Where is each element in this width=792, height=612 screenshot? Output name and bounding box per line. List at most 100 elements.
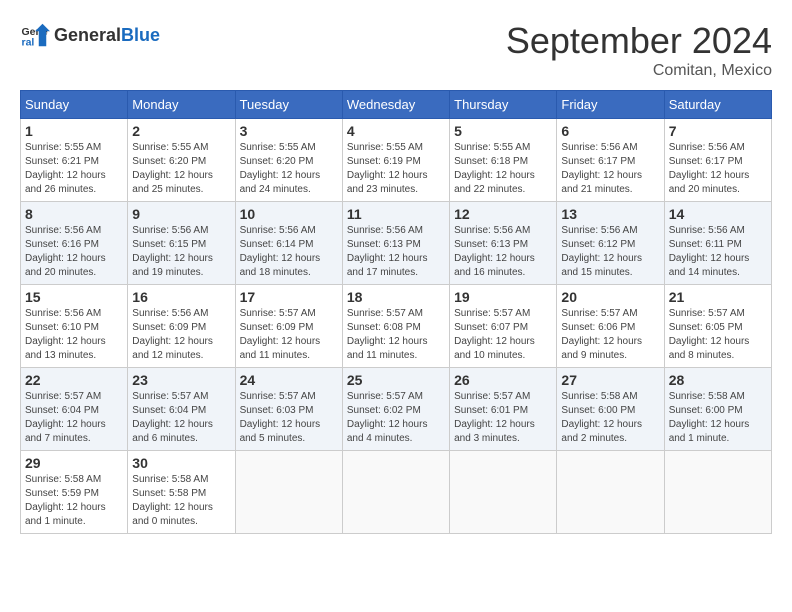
calendar-week-row: 8Sunrise: 5:56 AMSunset: 6:16 PMDaylight… [21, 202, 772, 285]
table-row: 27 Sunrise: 5:58 AMSunset: 6:00 PMDayligh… [557, 368, 664, 451]
day-info: Sunrise: 5:56 AMSunset: 6:13 PMDaylight:… [347, 225, 428, 278]
header-friday: Friday [557, 91, 664, 119]
day-number: 3 [240, 123, 338, 139]
day-number: 29 [25, 455, 123, 471]
day-number: 10 [240, 206, 338, 222]
calendar-table: Sunday Monday Tuesday Wednesday Thursday… [20, 90, 772, 534]
day-info: Sunrise: 5:58 AMSunset: 5:59 PMDaylight:… [25, 474, 106, 527]
day-info: Sunrise: 5:56 AMSunset: 6:11 PMDaylight:… [669, 225, 750, 278]
header-monday: Monday [128, 91, 235, 119]
table-row: 8Sunrise: 5:56 AMSunset: 6:16 PMDaylight… [21, 202, 128, 285]
day-info: Sunrise: 5:56 AMSunset: 6:10 PMDaylight:… [25, 308, 106, 361]
day-number: 24 [240, 372, 338, 388]
day-info: Sunrise: 5:57 AMSunset: 6:05 PMDaylight:… [669, 308, 750, 361]
day-number: 11 [347, 206, 445, 222]
header-thursday: Thursday [450, 91, 557, 119]
table-row: 28 Sunrise: 5:58 AMSunset: 6:00 PMDayligh… [664, 368, 771, 451]
calendar-week-row: 29 Sunrise: 5:58 AMSunset: 5:59 PMDayligh… [21, 451, 772, 534]
day-number: 25 [347, 372, 445, 388]
table-row: 23Sunrise: 5:57 AMSunset: 6:04 PMDayligh… [128, 368, 235, 451]
day-info: Sunrise: 5:56 AMSunset: 6:13 PMDaylight:… [454, 225, 535, 278]
day-info: Sunrise: 5:57 AMSunset: 6:01 PMDaylight:… [454, 391, 535, 444]
table-row [450, 451, 557, 534]
table-row: 12 Sunrise: 5:56 AMSunset: 6:13 PMDayligh… [450, 202, 557, 285]
day-number: 18 [347, 289, 445, 305]
table-row: 29 Sunrise: 5:58 AMSunset: 5:59 PMDayligh… [21, 451, 128, 534]
day-number: 21 [669, 289, 767, 305]
day-number: 28 [669, 372, 767, 388]
day-number: 17 [240, 289, 338, 305]
table-row: 15 Sunrise: 5:56 AMSunset: 6:10 PMDayligh… [21, 285, 128, 368]
day-info: Sunrise: 5:55 AMSunset: 6:18 PMDaylight:… [454, 142, 535, 195]
table-row: 2 Sunrise: 5:55 AMSunset: 6:20 PMDaylight… [128, 119, 235, 202]
table-row: 30Sunrise: 5:58 AMSunset: 5:58 PMDayligh… [128, 451, 235, 534]
day-number: 13 [561, 206, 659, 222]
page-header: Gene ral General Blue September 2024 Com… [20, 20, 772, 80]
logo-text: General Blue [54, 25, 160, 46]
day-number: 7 [669, 123, 767, 139]
calendar-week-row: 22 Sunrise: 5:57 AMSunset: 6:04 PMDayligh… [21, 368, 772, 451]
day-info: Sunrise: 5:57 AMSunset: 6:03 PMDaylight:… [240, 391, 321, 444]
day-number: 27 [561, 372, 659, 388]
day-info: Sunrise: 5:55 AMSunset: 6:21 PMDaylight:… [25, 142, 106, 195]
table-row: 13 Sunrise: 5:56 AMSunset: 6:12 PMDayligh… [557, 202, 664, 285]
table-row: 3 Sunrise: 5:55 AMSunset: 6:20 PMDaylight… [235, 119, 342, 202]
table-row: 19 Sunrise: 5:57 AMSunset: 6:07 PMDayligh… [450, 285, 557, 368]
day-number: 4 [347, 123, 445, 139]
table-row: 6 Sunrise: 5:56 AMSunset: 6:17 PMDaylight… [557, 119, 664, 202]
header-wednesday: Wednesday [342, 91, 449, 119]
logo-general: General [54, 25, 121, 46]
day-number: 26 [454, 372, 552, 388]
day-info: Sunrise: 5:57 AMSunset: 6:04 PMDaylight:… [25, 391, 106, 444]
logo: Gene ral General Blue [20, 20, 160, 50]
day-info: Sunrise: 5:58 AMSunset: 6:00 PMDaylight:… [561, 391, 642, 444]
location: Comitan, Mexico [506, 62, 772, 80]
day-info: Sunrise: 5:57 AMSunset: 6:02 PMDaylight:… [347, 391, 428, 444]
day-number: 30 [132, 455, 230, 471]
day-number: 20 [561, 289, 659, 305]
table-row [235, 451, 342, 534]
table-row: 21 Sunrise: 5:57 AMSunset: 6:05 PMDayligh… [664, 285, 771, 368]
day-number: 1 [25, 123, 123, 139]
day-info: Sunrise: 5:56 AMSunset: 6:17 PMDaylight:… [561, 142, 642, 195]
day-info: Sunrise: 5:57 AMSunset: 6:06 PMDaylight:… [561, 308, 642, 361]
day-number: 15 [25, 289, 123, 305]
day-info: Sunrise: 5:56 AMSunset: 6:12 PMDaylight:… [561, 225, 642, 278]
day-number: 22 [25, 372, 123, 388]
day-info: Sunrise: 5:56 AMSunset: 6:15 PMDaylight:… [132, 225, 213, 278]
day-info: Sunrise: 5:56 AMSunset: 6:14 PMDaylight:… [240, 225, 321, 278]
title-area: September 2024 Comitan, Mexico [506, 20, 772, 80]
day-info: Sunrise: 5:58 AMSunset: 6:00 PMDaylight:… [669, 391, 750, 444]
table-row: 14 Sunrise: 5:56 AMSunset: 6:11 PMDayligh… [664, 202, 771, 285]
day-info: Sunrise: 5:55 AMSunset: 6:20 PMDaylight:… [240, 142, 321, 195]
month-title: September 2024 [506, 20, 772, 62]
day-number: 12 [454, 206, 552, 222]
table-row: 22 Sunrise: 5:57 AMSunset: 6:04 PMDayligh… [21, 368, 128, 451]
day-number: 19 [454, 289, 552, 305]
day-info: Sunrise: 5:57 AMSunset: 6:07 PMDaylight:… [454, 308, 535, 361]
day-info: Sunrise: 5:56 AMSunset: 6:09 PMDaylight:… [132, 308, 213, 361]
day-number: 8 [25, 206, 123, 222]
day-number: 14 [669, 206, 767, 222]
calendar-week-row: 15 Sunrise: 5:56 AMSunset: 6:10 PMDayligh… [21, 285, 772, 368]
day-number: 5 [454, 123, 552, 139]
table-row [664, 451, 771, 534]
table-row: 20 Sunrise: 5:57 AMSunset: 6:06 PMDayligh… [557, 285, 664, 368]
table-row: 24 Sunrise: 5:57 AMSunset: 6:03 PMDayligh… [235, 368, 342, 451]
table-row [557, 451, 664, 534]
table-row: 4Sunrise: 5:55 AMSunset: 6:19 PMDaylight… [342, 119, 449, 202]
table-row: 18Sunrise: 5:57 AMSunset: 6:08 PMDayligh… [342, 285, 449, 368]
table-row: 17Sunrise: 5:57 AMSunset: 6:09 PMDayligh… [235, 285, 342, 368]
header-sunday: Sunday [21, 91, 128, 119]
day-info: Sunrise: 5:55 AMSunset: 6:20 PMDaylight:… [132, 142, 213, 195]
table-row: 10 Sunrise: 5:56 AMSunset: 6:14 PMDayligh… [235, 202, 342, 285]
table-row: 1 Sunrise: 5:55 AMSunset: 6:21 PMDaylight… [21, 119, 128, 202]
day-number: 2 [132, 123, 230, 139]
day-number: 6 [561, 123, 659, 139]
table-row: 9Sunrise: 5:56 AMSunset: 6:15 PMDaylight… [128, 202, 235, 285]
table-row: 11 Sunrise: 5:56 AMSunset: 6:13 PMDayligh… [342, 202, 449, 285]
logo-blue: Blue [121, 25, 160, 46]
calendar-week-row: 1 Sunrise: 5:55 AMSunset: 6:21 PMDaylight… [21, 119, 772, 202]
table-row [342, 451, 449, 534]
day-number: 23 [132, 372, 230, 388]
